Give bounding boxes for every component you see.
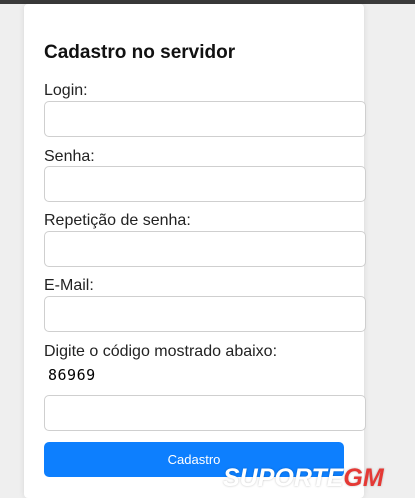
login-label: Login:: [44, 82, 88, 99]
login-input[interactable]: [44, 101, 366, 137]
captcha-input[interactable]: [44, 395, 366, 431]
captcha-label: Digite o código mostrado abaixo:: [44, 343, 278, 360]
watermark-text-part1: SUPORTE: [223, 464, 344, 492]
watermark-text-part2: GM: [343, 464, 384, 492]
password-repeat-label: Repetição de senha:: [44, 212, 191, 229]
email-input[interactable]: [44, 296, 366, 332]
password-label: Senha:: [44, 148, 95, 165]
password-input[interactable]: [44, 166, 366, 202]
watermark-logo: SUPORTEGM: [223, 464, 384, 493]
password-repeat-input[interactable]: [44, 231, 366, 267]
email-label: E-Mail:: [44, 277, 94, 294]
form-title: Cadastro no servidor: [44, 42, 236, 63]
captcha-code: 86969: [48, 366, 96, 384]
